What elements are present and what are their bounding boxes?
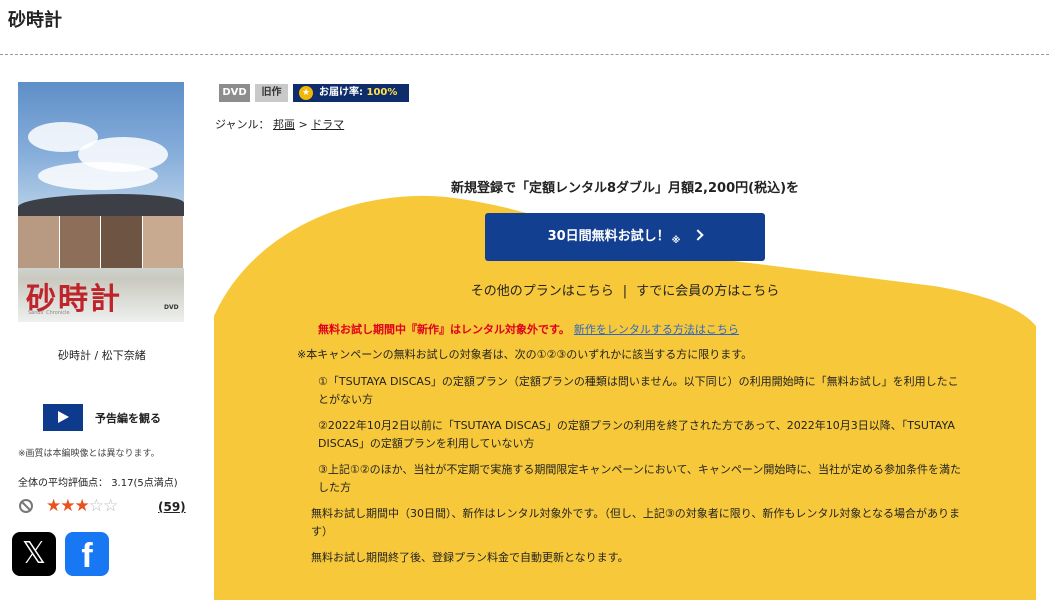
star-filled-icon: ★ — [74, 496, 90, 516]
star-filled-icon: ★ — [46, 496, 61, 516]
cast-photo — [18, 216, 60, 268]
facebook-share-icon[interactable]: f — [65, 532, 109, 576]
average-rating-value: 3.17 — [111, 478, 134, 489]
prohibited-icon[interactable] — [19, 499, 33, 513]
cast-photo — [101, 216, 143, 268]
eligibility-condition-3: ③上記①②のほか、当社が不定期で実施する期間限定キャンペーンにおいて、キャンペー… — [318, 463, 962, 494]
cast-photo-strip — [18, 216, 184, 268]
other-plans-link[interactable]: その他のプランはこちら — [471, 284, 614, 299]
auto-renewal-note: 無料お試し期間終了後、登録プラン料金で自動更新となります。 — [311, 551, 629, 564]
genre-link-sub[interactable]: ドラマ — [311, 118, 344, 131]
dvd-logo: DVD — [164, 304, 179, 311]
average-rating-scale: (5点満点) — [133, 478, 178, 489]
new-release-rental-link[interactable]: 新作をレンタルする方法はこちら — [574, 323, 739, 336]
plan-links: その他のプランはこちら | すでに会員の方はこちら — [214, 280, 1036, 299]
eligibility-intro: ※本キャンペーンの無料お試しの対象者は、次の①②③のいずれかに該当する方に限りま… — [297, 348, 753, 361]
dvd-jacket-image[interactable]: 砂時計 Sands' Chronicle DVD — [18, 82, 184, 322]
review-count-link[interactable]: (59) — [158, 500, 186, 514]
genre-link-main[interactable]: 邦画 — [273, 118, 295, 131]
eligibility-condition-2: ②2022年10月2日以前に「TSUTAYA DISCAS」の定額プランの利用を… — [318, 419, 955, 450]
genre-label: ジャンル： — [215, 118, 270, 131]
eligibility-condition-1: ①「TSUTAYA DISCAS」の定額プラン（定額プランの種類は問いません。以… — [318, 375, 959, 406]
genre-separator: > — [294, 118, 312, 131]
delivery-rate-value: 100% — [366, 87, 398, 98]
free-trial-mark: ※ — [671, 236, 681, 246]
trailer-label[interactable]: 予告編を観る — [95, 410, 161, 426]
format-badge: DVD — [219, 84, 250, 102]
poster-subtitle: Sands' Chronicle — [28, 310, 70, 316]
image-quality-notice: ※画質は本編映像とは異なります。 — [18, 449, 160, 459]
new-release-warning: 無料お試し期間中『新作』はレンタル対象外です。 — [318, 323, 570, 336]
hill-silhouette — [18, 194, 184, 216]
x-share-icon[interactable]: 𝕏 — [12, 532, 56, 576]
member-login-link[interactable]: すでに会員の方はこちら — [636, 284, 779, 299]
category-badge: 旧作 — [255, 84, 288, 102]
trial-period-note: 無料お試し期間中（30日間）、新作はレンタル対象外です。（但し、上記③の対象者に… — [311, 507, 960, 538]
free-trial-button[interactable]: 30日間無料お試し！ ※ — [485, 213, 765, 261]
delivery-rate-badge: ★ お届け率: 100% — [293, 84, 409, 102]
delivery-rate-label: お届け率: — [319, 87, 363, 98]
campaign-headline: 新規登録で「定額レンタル8ダブル」月額2,200円(税込)を — [450, 181, 800, 196]
free-trial-label: 30日間無料お試し！ — [547, 229, 670, 244]
average-rating-label: 全体の平均評価点： — [18, 478, 108, 489]
genre-breadcrumb: ジャンル： 邦画 > ドラマ — [215, 116, 344, 132]
chevron-right-icon — [692, 229, 705, 241]
cast-photo — [59, 216, 101, 268]
cast-photo — [142, 216, 184, 268]
star-empty-icon: ☆ — [88, 496, 104, 516]
play-trailer-button[interactable] — [43, 404, 83, 431]
average-rating: 全体の平均評価点： 3.17(5点満点) — [18, 474, 178, 489]
title-divider — [0, 54, 1049, 55]
link-separator: | — [622, 284, 628, 299]
star-empty-icon: ☆ — [103, 496, 118, 516]
star-rating[interactable]: ★★★☆☆ — [46, 496, 118, 516]
new-release-notice: 無料お試し期間中『新作』はレンタル対象外です。 新作をレンタルする方法はこちら — [318, 321, 739, 337]
cast-label: 砂時計 / 松下奈緒 — [58, 349, 146, 362]
star-coin-icon: ★ — [299, 86, 313, 100]
star-filled-icon: ★ — [60, 496, 75, 516]
page-title: 砂時計 — [8, 10, 62, 31]
cloud-shape — [38, 162, 158, 190]
